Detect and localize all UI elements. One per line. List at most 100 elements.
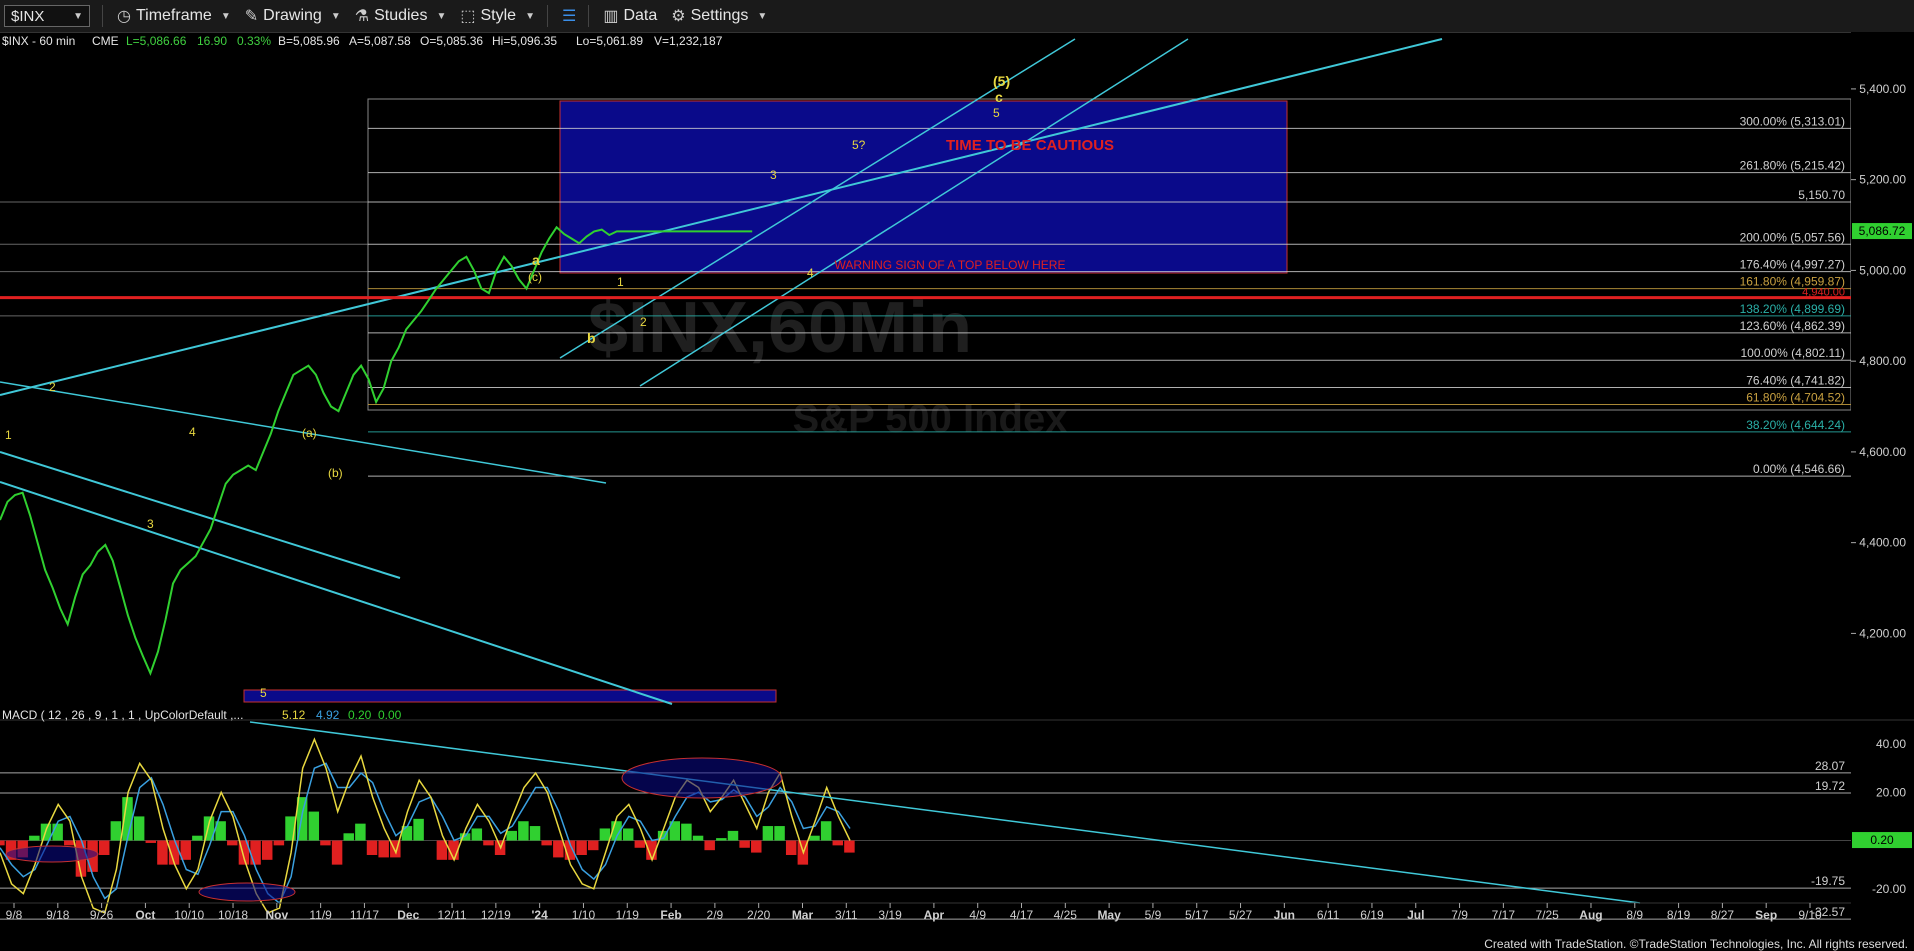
x-tick-label: Nov (265, 908, 288, 922)
x-tick-label: 2/20 (747, 908, 771, 922)
symbol-value: $INX (11, 7, 45, 25)
macd-tick-label: 40.00 (1876, 737, 1906, 751)
macd-highlight-ellipse (198, 882, 296, 902)
chevron-down-icon: ▼ (220, 10, 231, 22)
x-tick-label: 11/9 (309, 908, 332, 922)
x-tick-label: Oct (135, 908, 155, 922)
macd-histogram-bar (588, 840, 599, 851)
x-tick-label: 8/27 (1711, 908, 1735, 922)
layout-button[interactable]: ☰ (562, 6, 576, 26)
chart-toolbar: $INX ▼ ◷ Timeframe ▼ ✎ Drawing ▼ ⚗ Studi… (0, 0, 1914, 33)
macd-highlight-ellipse (621, 757, 783, 799)
drawing-button[interactable]: ✎ Drawing ▼ (245, 6, 341, 26)
studies-label: Studies (374, 7, 428, 24)
macd-histogram-bar (809, 835, 820, 841)
macd-histogram-bar (355, 823, 366, 841)
style-button[interactable]: ⬚ Style ▼ (460, 6, 535, 26)
macd-histogram-bar (681, 823, 692, 841)
macd-histogram-bar (518, 821, 529, 841)
wave-label: (a) (302, 426, 317, 440)
macd-histogram-bar (553, 840, 564, 858)
wave-label: 4 (807, 266, 814, 280)
chart-ask: A=5,087.58 (349, 34, 411, 48)
bars-icon: ▥ (603, 8, 619, 25)
macd-highlight-ellipse (5, 845, 99, 863)
macd-histogram-bar (145, 840, 157, 843)
x-tick-label: 4/9 (969, 908, 986, 922)
style-icon: ⬚ (460, 8, 476, 25)
fib-level-label: 0.00% (4,546.66) (1753, 462, 1845, 476)
macd-histogram-bar (785, 840, 797, 855)
fib-level-label: 38.20% (4,644.24) (1746, 418, 1845, 432)
macd-histogram-bar (227, 840, 238, 846)
price-chart[interactable]: $INX - 60 min CME L=5,086.66 16.90 0.33%… (0, 32, 1914, 951)
macd-histogram-bar (413, 818, 424, 841)
x-tick-label: 11/17 (350, 908, 379, 922)
price-tick-label: 5,400.00 (1859, 82, 1906, 96)
x-tick-label: 9/8 (6, 908, 23, 922)
x-tick-label: 1/19 (616, 908, 640, 922)
x-tick-label: Jul (1407, 908, 1424, 922)
x-tick-label: 5/17 (1185, 908, 1209, 922)
price-tick-label: 4,400.00 (1859, 536, 1906, 550)
macd-last-label: 0.20 (1870, 833, 1894, 847)
macd-histogram-bar (343, 833, 354, 841)
x-tick-label: 7/17 (1492, 908, 1516, 922)
x-tick-label: 6/11 (1317, 908, 1340, 922)
x-tick-label: 7/9 (1451, 908, 1468, 922)
fib-level-label: 200.00% (5,057.56) (1740, 230, 1845, 244)
studies-button[interactable]: ⚗ Studies ▼ (355, 6, 447, 26)
macd-histogram-bar (320, 840, 331, 846)
macd-value: 5.12 (282, 708, 306, 722)
fib-level-label: 138.20% (4,899.69) (1740, 302, 1845, 316)
macd-histogram-bar (250, 840, 261, 865)
x-tick-label: Jun (1274, 908, 1295, 922)
macd-histogram-bar (716, 838, 727, 841)
macd-level-label: 19.72 (1815, 779, 1845, 793)
price-tick-label: 5,000.00 (1859, 263, 1906, 277)
chart-change-pct: 0.33% (237, 34, 271, 48)
timeframe-button[interactable]: ◷ Timeframe ▼ (117, 6, 231, 26)
wave-label: 1 (5, 428, 12, 442)
chart-volume: V=1,232,187 (654, 34, 723, 48)
macd-histogram-bar (820, 821, 832, 841)
price-tick-label: 4,800.00 (1859, 354, 1906, 368)
x-tick-label: 9/18 (46, 908, 70, 922)
data-label: Data (623, 7, 658, 24)
macd-histogram-bar (832, 840, 844, 846)
x-tick-label: 7/25 (1535, 908, 1559, 922)
chart-symbol: $INX - 60 min (2, 34, 75, 48)
macd-histogram-bar (133, 816, 145, 841)
trend-line (0, 481, 673, 705)
wave-label: 2 (640, 315, 647, 329)
macd-tick-label: -20.00 (1872, 882, 1906, 896)
wave-label: b (587, 330, 596, 346)
chart-bid: B=5,085.96 (278, 34, 340, 48)
macd-tick-label: 20.00 (1876, 785, 1906, 799)
macd-histogram-bar (762, 826, 774, 841)
wave-label: 5? (852, 138, 866, 152)
caution-annotation: TIME TO BE CAUTIOUS (946, 137, 1114, 154)
toolbar-divider (546, 5, 548, 27)
x-tick-label: 1/10 (572, 908, 596, 922)
macd-histogram-bar (704, 840, 715, 851)
macd-histogram-bar (261, 840, 273, 860)
wave-label: 2 (49, 380, 56, 394)
chart-last: L=5,086.66 (126, 34, 187, 48)
chevron-down-icon: ▼ (757, 10, 768, 22)
wave-label: (5) (993, 73, 1010, 89)
x-tick-label: 9/26 (90, 908, 114, 922)
chart-open: O=5,085.36 (420, 34, 483, 48)
zero-value: 0.00 (378, 708, 402, 722)
x-tick-label: Feb (660, 908, 681, 922)
chevron-down-icon: ▼ (330, 10, 341, 22)
data-button[interactable]: ▥ Data (603, 6, 657, 26)
settings-button[interactable]: ⚙ Settings ▼ (671, 6, 767, 26)
symbol-input[interactable]: $INX ▼ (4, 5, 90, 27)
x-tick-label: Apr (924, 908, 945, 922)
macd-histogram-bar (541, 840, 552, 846)
warning-annotation: WARNING SIGN OF A TOP BELOW HERE (835, 258, 1066, 272)
fib-level-label: 100.00% (4,802.11) (1740, 346, 1845, 360)
chart-low: Lo=5,061.89 (576, 34, 643, 48)
toolbar-divider (588, 5, 590, 27)
